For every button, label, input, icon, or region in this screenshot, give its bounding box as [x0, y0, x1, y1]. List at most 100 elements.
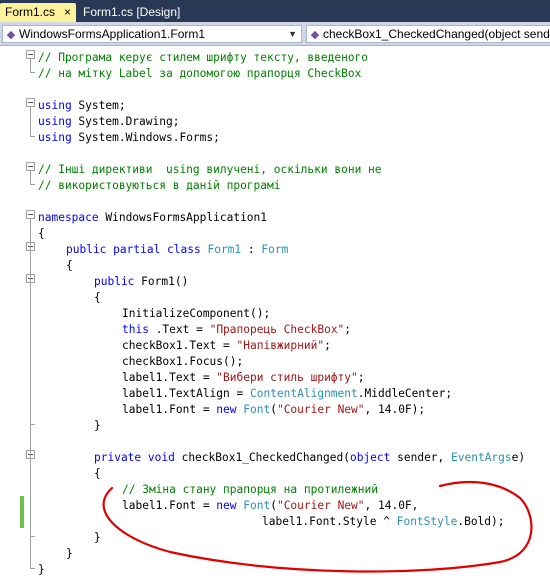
code-token: ContentAlignment: [249, 387, 358, 400]
code-token: Font: [243, 499, 271, 512]
code-token: new: [216, 499, 244, 512]
code-token: System;: [78, 99, 126, 112]
code-token: public: [66, 243, 114, 256]
code-token: Form: [261, 243, 289, 256]
method-icon: ◆: [310, 29, 320, 41]
code-token: Form1(): [141, 275, 189, 288]
code-line: public partial class Form1 : Form: [66, 242, 288, 258]
code-line: using System.Drawing;: [38, 114, 179, 130]
code-line: // Програма керує стилем шрифту тексту, …: [38, 50, 368, 66]
code-token: {: [94, 467, 101, 480]
tab-label: Form1.cs: [5, 5, 56, 19]
code-token: :: [241, 243, 262, 256]
code-token: checkBox1.Text =: [122, 339, 237, 352]
code-token: "Вибери стиль шрифту": [216, 371, 358, 384]
code-line: }: [94, 530, 101, 546]
code-token: (: [270, 499, 277, 512]
code-token: "Courier New": [276, 499, 365, 512]
code-token: using: [38, 131, 79, 144]
code-token: .MiddleCenter;: [357, 387, 453, 400]
code-editor[interactable]: // Програма керує стилем шрифту тексту, …: [0, 46, 550, 577]
code-token: {: [66, 259, 73, 272]
code-line: using System;: [38, 98, 126, 114]
code-token: .Text =: [155, 323, 210, 336]
code-token: , 14.0F);: [364, 403, 426, 416]
code-token: {: [38, 227, 45, 240]
code-token: }: [94, 419, 101, 432]
code-line: {: [94, 466, 101, 482]
code-token: Font: [243, 403, 271, 416]
code-token: using: [38, 115, 79, 128]
code-line: // Інші директиви using вилучені, оскіль…: [38, 162, 382, 178]
code-token: ;: [344, 323, 352, 336]
code-token: class: [167, 243, 208, 256]
code-token: // Зміна стану прапорця на протилежний: [122, 483, 378, 496]
class-icon: ◆: [6, 29, 16, 41]
code-token: InitializeComponent();: [122, 307, 271, 320]
code-token: ;: [324, 339, 331, 352]
tab-form1-design[interactable]: Form1.cs [Design]: [78, 3, 182, 22]
code-token: namespace: [38, 211, 106, 224]
tab-form1-cs[interactable]: Form1.cs ×: [0, 3, 76, 22]
code-line: this .Text = "Прапорець CheckBox";: [122, 322, 351, 338]
code-token: Form1: [207, 243, 242, 256]
code-token: FontStyle: [396, 515, 458, 528]
type-combo[interactable]: ◆ WindowsFormsApplication1.Form1 ▼: [2, 25, 302, 43]
code-line: private void checkBox1_CheckedChanged(ob…: [94, 450, 525, 466]
code-line: // використовуються в даній програмі: [38, 178, 280, 194]
close-tab-icon[interactable]: ×: [64, 3, 71, 22]
code-token: // Інші директиви using вилучені, оскіль…: [38, 163, 382, 176]
code-line: {: [66, 258, 73, 274]
code-token: new: [216, 403, 244, 416]
code-line: checkBox1.Text = "Напівжирний";: [122, 338, 331, 354]
code-token: "Прапорець CheckBox": [209, 323, 345, 336]
code-token: "Напівжирний": [236, 339, 325, 352]
document-tab-strip: Form1.cs × Form1.cs [Design]: [0, 0, 550, 22]
code-token: partial: [113, 243, 168, 256]
tab-label: Form1.cs [Design]: [83, 5, 181, 19]
code-line: label1.Font = new Font("Courier New", 14…: [122, 498, 418, 514]
code-token: , 14.0F,: [364, 499, 419, 512]
code-line: }: [38, 562, 45, 578]
code-line: // Зміна стану прапорця на протилежний: [122, 482, 378, 498]
code-line: }: [66, 546, 73, 562]
code-token: System.Drawing;: [78, 115, 180, 128]
code-token: sender,: [397, 451, 452, 464]
code-token: public: [94, 275, 142, 288]
code-line: namespace WindowsFormsApplication1: [38, 210, 267, 226]
code-token: // використовуються в даній програмі: [38, 179, 281, 192]
code-line: }: [94, 418, 101, 434]
code-line: InitializeComponent();: [122, 306, 270, 322]
member-combo[interactable]: ◆ checkBox1_CheckedChanged(object sender: [306, 25, 550, 43]
code-line: {: [94, 290, 101, 306]
code-token: e): [511, 451, 526, 464]
code-token: System.Windows.Forms;: [78, 131, 220, 144]
code-token: }: [94, 531, 101, 544]
code-token: this: [122, 323, 156, 336]
code-token: {: [94, 291, 101, 304]
code-token: ;: [357, 371, 365, 384]
code-token: // Програма керує стилем шрифту тексту, …: [38, 51, 369, 64]
navigation-bar: ◆ WindowsFormsApplication1.Form1 ▼ ◆ check…: [0, 22, 550, 46]
code-line: label1.Text = "Вибери стиль шрифту";: [122, 370, 365, 386]
code-token: checkBox1_CheckedChanged(: [181, 451, 350, 464]
code-token: label1.TextAlign =: [122, 387, 250, 400]
code-token: label1.Font.Style ^: [262, 515, 397, 528]
code-line: // на мітку Label за допомогою прапорця …: [38, 66, 361, 82]
code-line: label1.Font = new Font("Courier New", 14…: [122, 402, 425, 418]
code-token: label1.Text =: [122, 371, 217, 384]
chevron-down-icon[interactable]: ▼: [288, 26, 297, 42]
code-token: label1.Font =: [122, 499, 217, 512]
code-line: checkBox1.Focus();: [122, 354, 243, 370]
code-token: private: [94, 451, 148, 464]
code-line: {: [38, 226, 45, 242]
member-combo-value: checkBox1_CheckedChanged(object sender: [323, 27, 550, 41]
code-token: }: [38, 563, 45, 576]
code-token: WindowsFormsApplication1: [105, 211, 268, 224]
code-token: // на мітку Label за допомогою прапорця …: [38, 67, 362, 80]
code-token: (: [270, 403, 277, 416]
code-token: .Bold);: [457, 515, 505, 528]
code-line: public Form1(): [94, 274, 188, 290]
code-token: }: [66, 547, 73, 560]
code-line: label1.Font.Style ^ FontStyle.Bold);: [262, 514, 505, 530]
